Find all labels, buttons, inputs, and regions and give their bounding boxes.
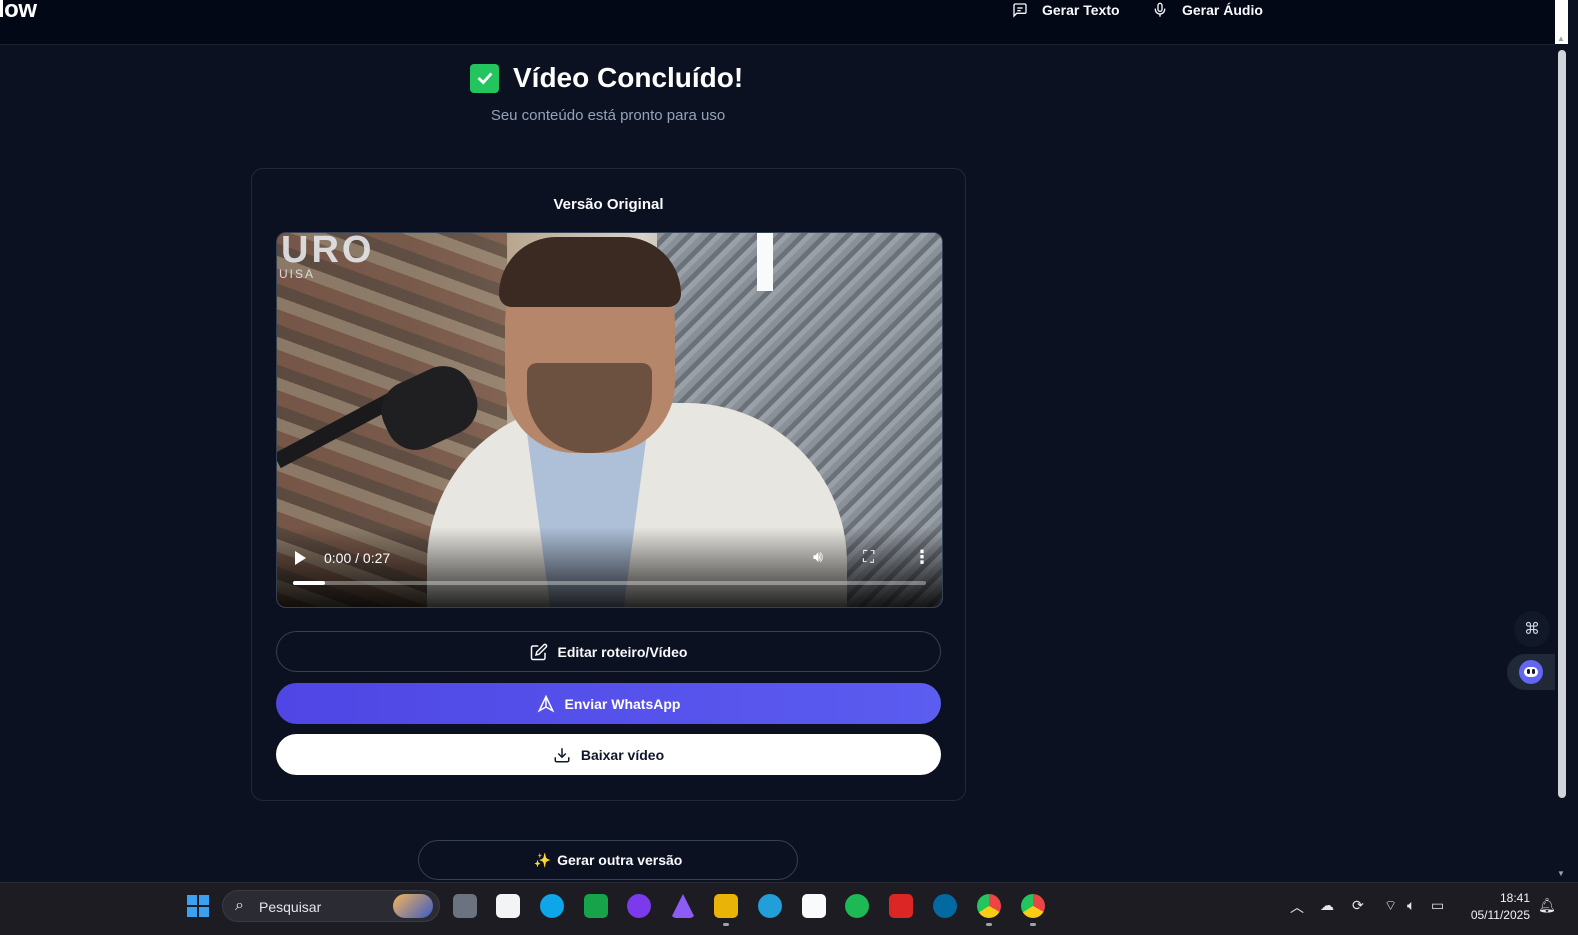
page-subtitle: Seu conteúdo está pronto para uso (490, 107, 726, 124)
search-icon: ⌕ (235, 897, 244, 914)
page-scrollbar-thumb[interactable] (1558, 50, 1566, 798)
video-progress-bar[interactable] (293, 581, 926, 585)
chrome-profile-2-icon[interactable] (1021, 894, 1045, 918)
video-frame-person-hair (499, 237, 681, 307)
page-title-text: Vídeo Concluído! (513, 62, 744, 93)
nav-gerar-texto-label: Gerar Texto (1042, 2, 1120, 18)
chatbot-widget[interactable] (1507, 654, 1555, 690)
spotify-icon[interactable] (845, 894, 869, 918)
download-button-label: Baixar vídeo (580, 746, 665, 763)
apps-grid-widget[interactable]: ⌘ (1514, 611, 1550, 647)
copilot-icon[interactable] (627, 894, 651, 918)
nav-gerar-audio[interactable]: Gerar Áudio (1152, 2, 1263, 18)
sync-icon[interactable]: ⟳ (1352, 897, 1364, 914)
volume-icon[interactable]: 🔊︎ (813, 549, 823, 567)
scroll-up-arrow-icon[interactable]: ▲ (1557, 34, 1565, 43)
wifi-icon[interactable]: ⌔ (1384, 897, 1397, 915)
download-video-button[interactable]: Baixar vídeo (276, 734, 941, 775)
generate-another-version-button[interactable]: ✨ Gerar outra versão (418, 840, 798, 880)
video-frame-sign-sub: UISA (279, 267, 316, 281)
video-frame-light (757, 233, 773, 291)
wave-app-icon[interactable] (933, 894, 957, 918)
nav-gerar-texto[interactable]: Gerar Texto (1012, 2, 1120, 18)
taskbar-search[interactable]: ⌕ Pesquisar (222, 890, 440, 922)
video-player[interactable]: URO UISA 0:00 / 0:27 🔊︎ ⛶ ⋮ (276, 232, 943, 608)
speaker-icon[interactable]: 🔈︎ (1407, 897, 1415, 914)
notifications-bell-icon[interactable]: 🔔︎ (1538, 897, 1556, 914)
whatsapp-button-label: Enviar WhatsApp (564, 695, 681, 712)
bot-face-icon (1519, 660, 1543, 684)
edit-icon (530, 643, 547, 660)
search-highlight-image (393, 894, 433, 918)
video-progress-fill (293, 581, 325, 585)
play-icon[interactable] (295, 551, 306, 565)
nav-gerar-audio-label: Gerar Áudio (1182, 2, 1263, 18)
clock-time: 18:41 (1499, 891, 1530, 905)
battery-icon[interactable]: ▭ (1431, 897, 1444, 914)
show-hidden-icons-icon[interactable]: ︿ (1290, 897, 1304, 917)
taskbar-search-placeholder: Pesquisar (259, 899, 322, 915)
download-icon (554, 747, 570, 762)
fullscreen-icon[interactable]: ⛶ (863, 549, 874, 567)
windows-taskbar: ⌕ Pesquisar ︿ ☁ ⟳ ⌔ 🔈︎ ▭ 18:41 05/11/202… (0, 882, 1578, 935)
obsidian-icon[interactable] (671, 894, 695, 918)
send-icon (537, 694, 554, 713)
check-mark-icon (470, 63, 499, 93)
onedrive-cloud-icon[interactable]: ☁ (1320, 897, 1334, 914)
brand-logo-text[interactable]: low (0, 0, 37, 24)
taskbar-clock[interactable]: 18:41 05/11/2025 (1460, 890, 1530, 924)
sparkles-icon: ✨ (533, 851, 552, 868)
video-result-card: Versão Original URO UISA 0:00 / 0:27 🔊︎ … (251, 168, 966, 801)
telegram-icon[interactable] (758, 894, 782, 918)
file-explorer-running-indicator (723, 923, 729, 926)
chrome-profile-2-running-indicator (1030, 923, 1036, 926)
generate-another-label: Gerar outra versão (557, 852, 683, 868)
scroll-down-arrow-icon[interactable]: ▼ (1557, 869, 1565, 878)
video-controls: 0:00 / 0:27 🔊︎ ⛶ ⋮ (277, 547, 942, 577)
chrome-profile-1-running-indicator (986, 923, 992, 926)
card-title: Versão Original (553, 196, 664, 213)
chrome-profile-1-icon[interactable] (977, 894, 1001, 918)
snipping-tool-icon[interactable] (889, 894, 913, 918)
grid-icon: ⌘ (1524, 621, 1540, 638)
windows-start-icon[interactable] (187, 895, 209, 917)
microphone-icon (1154, 2, 1166, 17)
file-explorer-icon[interactable] (714, 894, 738, 918)
top-nav: low Gerar Texto Gerar Áudio (0, 0, 1555, 45)
microsoft-store-icon[interactable] (496, 894, 520, 918)
document-icon[interactable] (802, 894, 826, 918)
page-title: Vídeo Concluído! (470, 62, 743, 94)
edit-button-label: Editar roteiro/Vídeo (557, 643, 688, 660)
video-frame-sign: URO (281, 232, 375, 271)
more-options-icon[interactable]: ⋮ (913, 547, 931, 568)
spreadsheet-app-icon[interactable] (584, 894, 608, 918)
task-view-icon[interactable] (453, 894, 477, 918)
video-time: 0:00 / 0:27 (324, 550, 391, 566)
clock-date: 05/11/2025 (1470, 908, 1530, 922)
send-whatsapp-button[interactable]: Enviar WhatsApp (276, 683, 941, 724)
message-square-icon (1013, 3, 1027, 18)
edit-script-video-button[interactable]: Editar roteiro/Vídeo (276, 631, 941, 672)
edge-browser-icon[interactable] (540, 894, 564, 918)
